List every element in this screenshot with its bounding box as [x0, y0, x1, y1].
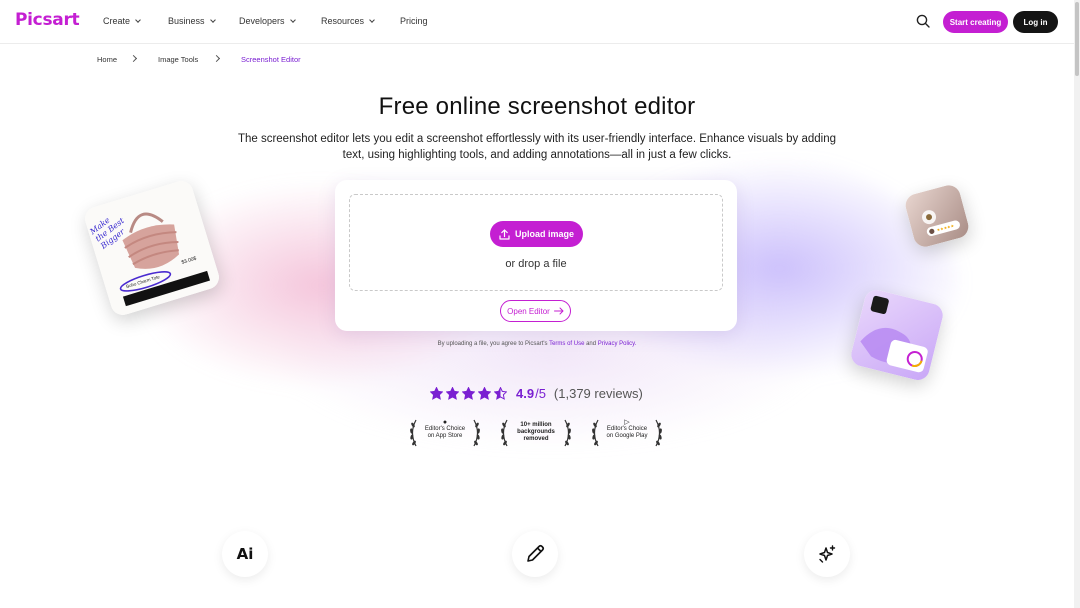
open-editor-button[interactable]: Open Editor	[500, 300, 571, 322]
nav-developers-label: Developers	[239, 16, 285, 26]
award-line-1: Editor's Choice	[424, 426, 466, 432]
nav-create-label: Create	[103, 16, 131, 26]
nav-resources[interactable]: Resources	[321, 16, 375, 26]
log-in-button[interactable]: Log in	[1013, 11, 1058, 33]
search-icon[interactable]	[916, 14, 930, 28]
ai-icon: Ai	[236, 545, 254, 563]
star-full-icon	[446, 387, 459, 400]
chevron-right-icon	[129, 54, 138, 63]
upload-image-label: Upload image	[514, 229, 574, 239]
award-text: ● Editor's Choice on App Store	[417, 419, 473, 440]
privacy-policy-link[interactable]: Privacy Policy.	[598, 341, 637, 347]
nav-business-label: Business	[168, 16, 205, 26]
award-text: 10+ million backgrounds removed	[508, 422, 564, 443]
chevron-down-icon	[289, 16, 296, 23]
chevron-right-icon	[212, 54, 221, 63]
award-google-play: ▷ Editor's Choice on Google Play	[589, 417, 665, 449]
rating-reviews: (1,379 reviews)	[553, 386, 643, 401]
feature-ai: Ai	[222, 531, 268, 577]
upload-card: Upload image or drop a file Open Editor	[335, 180, 737, 331]
drop-file-text: or drop a file	[505, 258, 567, 270]
sparkles-icon	[819, 545, 836, 563]
award-app-store: ● Editor's Choice on App Store	[407, 417, 483, 449]
chevron-down-icon	[135, 16, 141, 23]
breadcrumb-home[interactable]: Home	[97, 55, 117, 64]
nav-pricing-label: Pricing	[400, 16, 428, 26]
rating-score: 4.9	[516, 386, 535, 401]
nav-business[interactable]: Business	[168, 16, 216, 26]
google-play-icon: ▷	[624, 419, 630, 426]
upload-icon	[499, 228, 510, 240]
arrow-right-icon	[553, 307, 564, 315]
upload-image-button[interactable]: Upload image	[490, 221, 583, 247]
subtitle-line-2: text, using highlighting tools, and addi…	[342, 149, 732, 161]
nav-pricing[interactable]: Pricing	[400, 16, 428, 26]
page-title: Free online screenshot editor	[378, 93, 696, 120]
rating-out-of: /5	[535, 386, 546, 401]
open-editor-label: Open Editor	[507, 306, 550, 316]
feature-draw	[512, 531, 558, 577]
star-full-icon	[430, 387, 443, 400]
scrollbar-thumb[interactable]	[1075, 2, 1079, 76]
apple-icon: ●	[442, 419, 448, 426]
award-line-1: 10+ million	[520, 422, 552, 428]
star-full-icon	[478, 387, 491, 400]
chevron-down-icon	[369, 16, 375, 23]
award-line-1: Editor's Choice	[606, 426, 648, 432]
feature-effects	[804, 531, 850, 577]
nav-resources-label: Resources	[321, 16, 365, 26]
top-navigation: Picsart Create Business Developers Resou…	[0, 0, 1074, 44]
scrollbar[interactable]	[1074, 0, 1080, 608]
terms-notice: By uploading a file, you agree to Picsar…	[0, 341, 1074, 347]
picsart-logo[interactable]: Picsart	[15, 10, 80, 30]
award-line-2: on Google Play	[606, 433, 648, 439]
star-half-icon	[494, 387, 507, 400]
start-creating-button[interactable]: Start creating	[943, 11, 1008, 33]
terms-prefix: By uploading a file, you agree to Picsar…	[437, 341, 548, 347]
nav-create[interactable]: Create	[103, 16, 141, 26]
chevron-down-icon	[209, 16, 216, 23]
nav-developers[interactable]: Developers	[239, 16, 296, 26]
pencil-icon	[527, 544, 545, 562]
rating-stars	[430, 387, 507, 400]
subtitle-line-1: The screenshot editor lets you edit a sc…	[237, 133, 837, 145]
drop-zone[interactable]: Upload image or drop a file	[349, 194, 723, 291]
terms-of-use-link[interactable]: Terms of Use	[549, 341, 584, 347]
breadcrumb-image-tools[interactable]: Image Tools	[158, 55, 198, 64]
award-line-3: removed	[523, 436, 549, 442]
award-line-2: on App Store	[427, 433, 463, 439]
award-backgrounds-removed: 10+ million backgrounds removed	[498, 417, 574, 449]
page-subtitle: The screenshot editor lets you edit a sc…	[225, 131, 849, 163]
star-full-icon	[462, 387, 475, 400]
award-text: ▷ Editor's Choice on Google Play	[599, 419, 655, 440]
rating: 4.9 /5 (1,379 reviews)	[430, 386, 643, 401]
breadcrumb-screenshot-editor: Screenshot Editor	[241, 55, 301, 64]
award-line-2: backgrounds	[517, 429, 555, 435]
terms-and: and	[586, 341, 597, 347]
